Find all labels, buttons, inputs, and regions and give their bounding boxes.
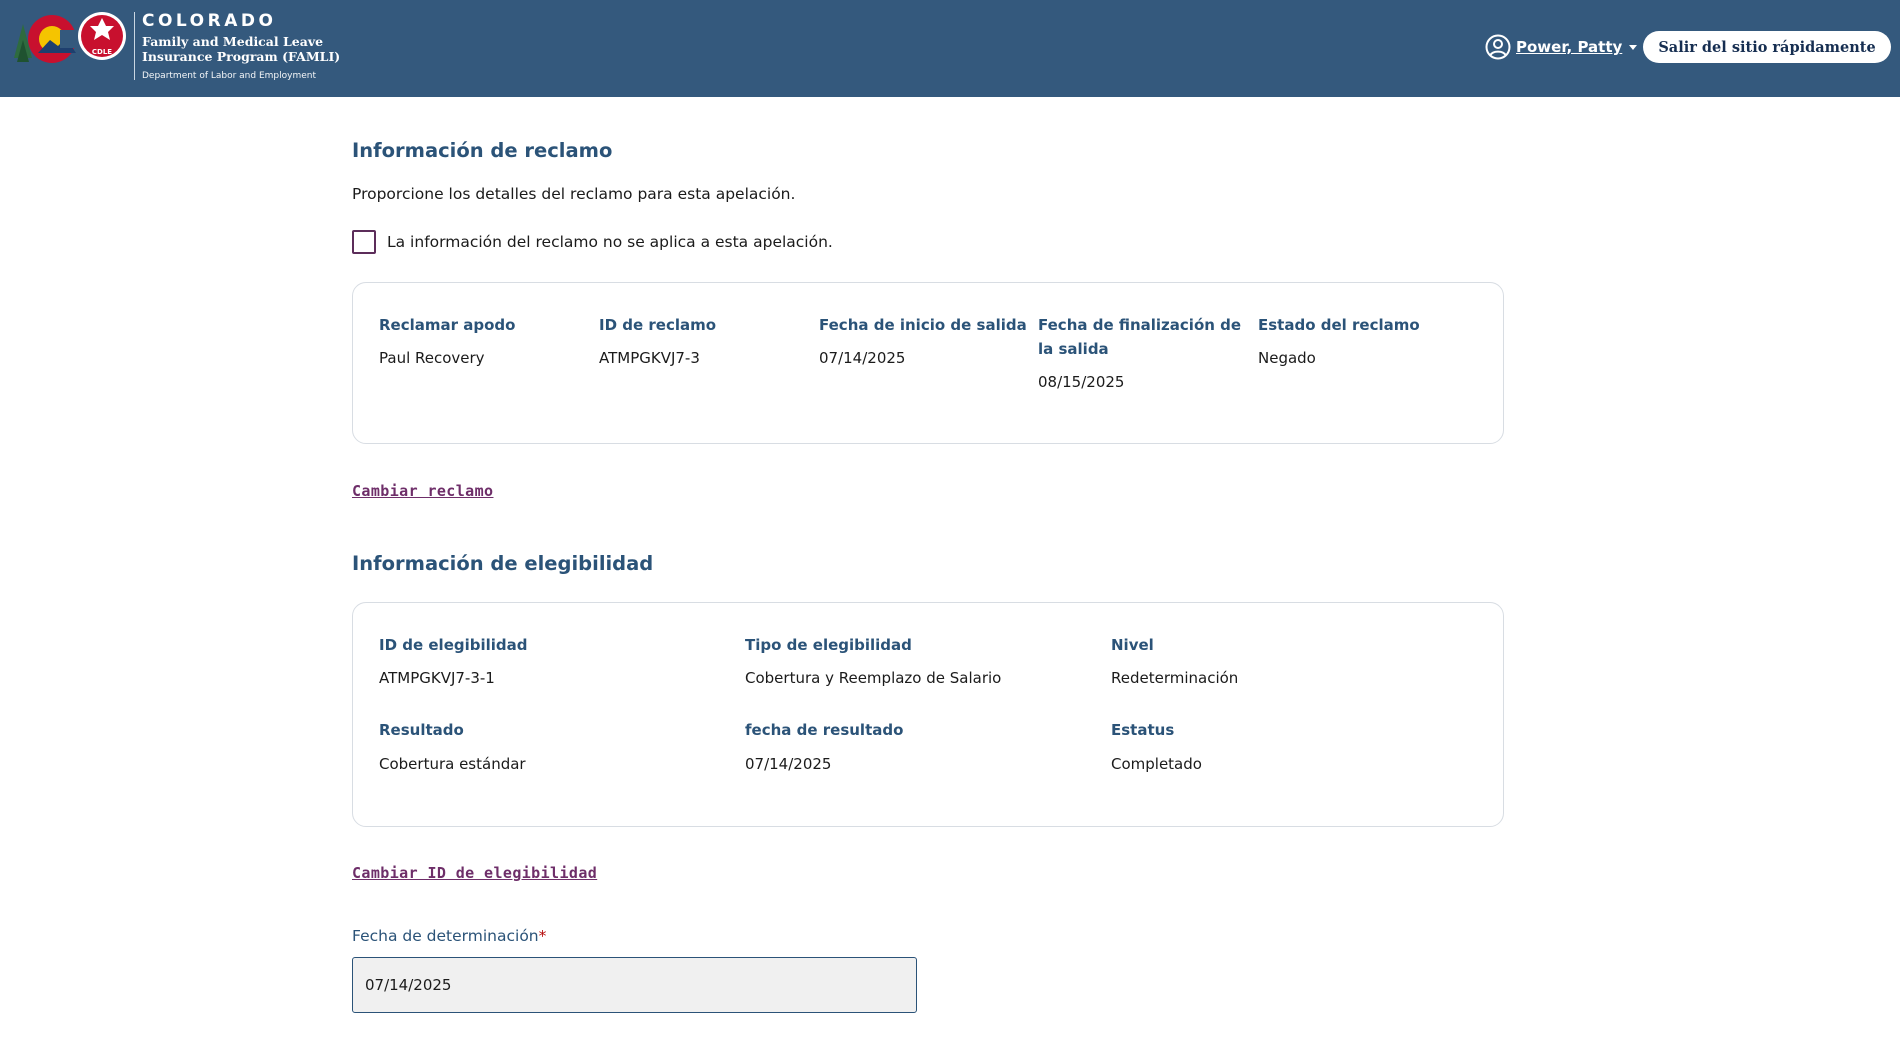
- eligibility-details-card: ID de elegibilidad ATMPGKVJ7-3-1 Tipo de…: [352, 602, 1504, 827]
- claim-details-card: Reclamar apodo Paul Recovery ID de recla…: [352, 282, 1504, 444]
- leave-end-date-value: 08/15/2025: [1038, 373, 1125, 391]
- determination-date-label: Fecha de determinación*: [352, 927, 546, 945]
- eligibility-id-value: ATMPGKVJ7-3-1: [379, 669, 495, 687]
- eligibility-result-label: Resultado: [379, 721, 464, 739]
- claim-status-value: Negado: [1258, 349, 1316, 367]
- chevron-down-icon: [1629, 44, 1638, 50]
- change-eligibility-id-link[interactable]: Cambiar ID de elegibilidad: [352, 864, 597, 882]
- determination-date-label-text: Fecha de determinación: [352, 927, 539, 945]
- leave-start-date-value: 07/14/2025: [819, 349, 906, 367]
- claim-nickname-value: Paul Recovery: [379, 349, 485, 367]
- eligibility-type-label: Tipo de elegibilidad: [745, 636, 912, 654]
- user-menu[interactable]: Power, Patty: [1485, 34, 1638, 60]
- claim-intro: Proporcione los detalles del reclamo par…: [352, 185, 796, 203]
- brand-title: COLORADO: [142, 11, 277, 31]
- eligibility-level-label: Nivel: [1111, 636, 1154, 654]
- eligibility-result-value: Cobertura estándar: [379, 755, 526, 773]
- leave-end-date-label-line-1: Fecha de finalización de: [1038, 316, 1242, 334]
- brand-text: COLORADO Family and Medical Leave Insura…: [142, 11, 340, 82]
- eligibility-level-value: Redeterminación: [1111, 669, 1239, 687]
- eligibility-status-value: Completado: [1111, 755, 1202, 773]
- result-date-label: fecha de resultado: [745, 721, 904, 739]
- result-date-value: 07/14/2025: [745, 755, 832, 773]
- claim-status-label: Estado del reclamo: [1258, 316, 1420, 334]
- determination-date-input[interactable]: [352, 957, 917, 1013]
- colorado-cdle-logo[interactable]: CDLE: [14, 10, 136, 68]
- eligibility-type-value: Cobertura y Reemplazo de Salario: [745, 669, 1002, 687]
- claim-not-applicable-checkbox[interactable]: [352, 230, 376, 254]
- user-circle-icon: [1485, 34, 1511, 60]
- brand-line-1: Family and Medical Leave: [142, 34, 324, 49]
- claim-id-value: ATMPGKVJ7-3: [599, 349, 700, 367]
- leave-start-date-label: Fecha de inicio de salida: [819, 316, 1027, 334]
- eligibility-id-label: ID de elegibilidad: [379, 636, 528, 654]
- logo-badge-text: CDLE: [92, 48, 112, 56]
- user-name[interactable]: Power, Patty: [1516, 38, 1622, 56]
- claim-id-label: ID de reclamo: [599, 316, 717, 334]
- brand-department: Department of Labor and Employment: [142, 71, 316, 81]
- claim-not-applicable-label[interactable]: La información del reclamo no se aplica …: [387, 233, 833, 251]
- claim-not-applicable-checkbox-row[interactable]: La información del reclamo no se aplica …: [352, 230, 833, 254]
- eligibility-section-title: Información de elegibilidad: [352, 552, 654, 575]
- change-claim-link[interactable]: Cambiar reclamo: [352, 482, 493, 500]
- site-header: CDLE COLORADO Family and Medical Leave I…: [0, 0, 1900, 97]
- brand-line-2: Insurance Program (FAMLI): [142, 49, 341, 64]
- logo-divider: [134, 12, 135, 80]
- claim-section-title: Información de reclamo: [352, 139, 613, 162]
- eligibility-status-label: Estatus: [1111, 721, 1175, 739]
- leave-end-date-label-line-2: la salida: [1038, 340, 1109, 358]
- claim-nickname-label: Reclamar apodo: [379, 316, 516, 334]
- quick-exit-button[interactable]: Salir del sitio rápidamente: [1643, 31, 1891, 63]
- required-asterisk: *: [538, 927, 547, 945]
